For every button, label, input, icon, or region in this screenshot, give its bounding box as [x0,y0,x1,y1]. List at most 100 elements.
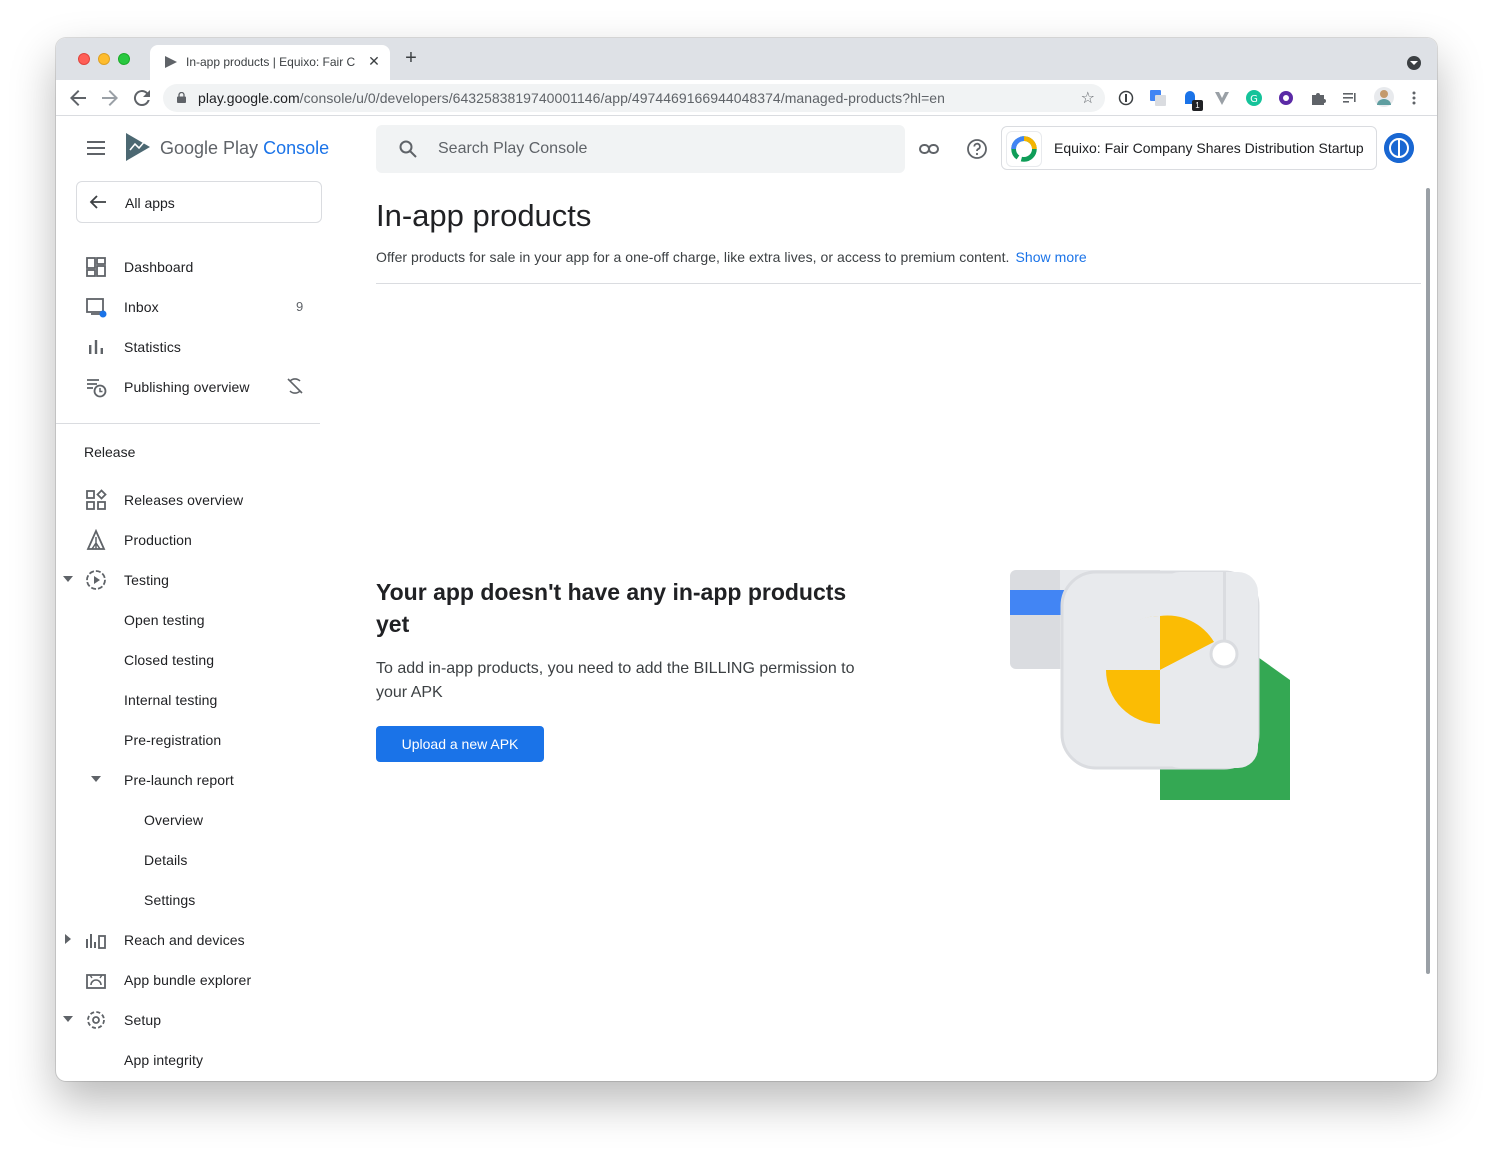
dashboard-icon [86,257,106,277]
sidebar-item-dashboard[interactable]: Dashboard [56,247,336,287]
sidebar-item-label: App integrity [124,1052,204,1068]
gear-icon [87,1011,105,1029]
sidebar-item-overview[interactable]: Overview [56,800,336,840]
all-apps-label: All apps [125,195,175,211]
sidebar-item-label: Production [124,532,192,548]
sidebar-item-testing[interactable]: Testing [56,560,336,600]
media-queue-icon[interactable] [1342,90,1358,106]
svg-text:G: G [1250,94,1258,105]
purple-extension-icon[interactable] [1278,90,1294,106]
show-more-link[interactable]: Show more [1015,249,1086,265]
url-text: play.google.com/console/u/0/developers/6… [198,90,945,106]
tab-close-icon[interactable]: ✕ [366,53,382,69]
sidebar-item-internal-testing[interactable]: Internal testing [56,680,336,720]
sidebar-item-production[interactable]: Production [56,520,336,560]
sidebar-item-app-bundle-explorer[interactable]: App bundle explorer [56,960,336,1000]
sidebar-item-statistics[interactable]: Statistics [56,327,336,367]
vue-extension-icon[interactable] [1214,90,1230,106]
translate-extension-icon[interactable] [1150,90,1166,106]
forward-icon[interactable] [98,86,122,110]
page-scrollbar[interactable] [1426,188,1430,974]
chevron-right-icon[interactable] [65,934,71,944]
sidebar-item-label: Dashboard [124,259,194,275]
header-divider [376,283,1421,284]
sidebar-item-label: Inbox [124,299,159,315]
sidebar-divider [56,423,320,424]
sidebar-section-release: Release [84,444,136,460]
more-icon[interactable] [1406,90,1422,106]
chevron-down-icon[interactable] [63,576,73,582]
close-window-button[interactable] [78,53,90,65]
sidebar-item-pre-launch-report[interactable]: Pre-launch report [56,760,336,800]
maximize-window-button[interactable] [118,53,130,65]
sidebar-item-label: Closed testing [124,652,215,668]
minimize-window-button[interactable] [98,53,110,65]
back-icon[interactable] [66,86,90,110]
upload-apk-button[interactable]: Upload a new APK [376,726,544,762]
account-switcher[interactable]: Equixo: Fair Company Shares Distribution… [1001,126,1377,170]
browser-tab[interactable]: In-app products | Equixo: Fair C ✕ [150,45,390,80]
account-name: Equixo: Fair Company Shares Distribution… [1054,140,1364,156]
profile-avatar[interactable] [1374,87,1394,107]
sidebar-item-label: Reach and devices [124,932,245,948]
sidebar-item-open-testing[interactable]: Open testing [56,600,336,640]
sidebar-item-label: Details [144,852,188,868]
lock-icon [177,92,186,103]
sidebar-item-releases-overview[interactable]: Releases overview [56,480,336,520]
search-icon [399,140,417,158]
sidebar-item-inbox[interactable]: Inbox 9 [56,287,336,327]
sidebar-item-label: Statistics [124,339,182,355]
sidebar-item-app-integrity[interactable]: App integrity [56,1040,336,1080]
sidebar-item-label: Pre-registration [124,732,222,748]
empty-state-title: Your app doesn't have any in-app product… [376,579,847,637]
google-play-console-logo-icon [126,133,150,161]
sidebar-item-publishing-overview[interactable]: Publishing overview [56,367,336,407]
grammarly-extension-icon[interactable]: G [1246,90,1262,106]
google-play-console-brand[interactable]: Google Play Console [160,138,329,159]
search-input[interactable]: Search Play Console [438,140,587,158]
address-bar[interactable]: play.google.com/console/u/0/developers/6… [163,84,1105,112]
extension-badge: 1 [1192,100,1203,111]
arrow-back-icon [89,195,106,209]
testing-icon [86,570,106,590]
sidebar-item-label: Overview [144,812,204,828]
new-tab-button[interactable]: + [401,48,421,68]
sidebar-item-label: Releases overview [124,492,244,508]
search-bar[interactable]: Search Play Console [376,125,905,173]
tab-title: In-app products | Equixo: Fair C [186,55,356,69]
password-extension-icon[interactable] [1118,90,1134,106]
reload-icon[interactable] [130,86,154,110]
menu-icon[interactable] [87,141,105,155]
sync-disabled-icon [287,378,303,394]
link-icon[interactable] [918,138,940,160]
sidebar-item-details[interactable]: Details [56,840,336,880]
developer-avatar[interactable] [1384,133,1414,163]
app-logo-icon [1006,131,1042,167]
tab-strip: In-app products | Equixo: Fair C ✕ + [56,38,1437,80]
inbox-count-badge: 9 [296,299,304,314]
chevron-down-icon[interactable] [63,1016,73,1022]
releases-overview-icon [86,489,107,510]
puzzle-extension-icon[interactable] [1310,90,1326,106]
sidebar-item-setup[interactable]: Setup [56,1000,336,1040]
sidebar-item-reach-and-devices[interactable]: Reach and devices [56,920,336,960]
sidebar-item-closed-testing[interactable]: Closed testing [56,640,336,680]
sidebar-item-pre-registration[interactable]: Pre-registration [56,720,336,760]
sidebar-item-label: Internal testing [124,692,218,708]
chevron-down-icon[interactable] [91,776,101,782]
page-description: Offer products for sale in your app for … [376,249,1087,265]
play-console-favicon-icon [165,56,177,68]
reach-and-devices-icon [86,934,106,949]
all-apps-button[interactable]: All apps [76,181,322,223]
sidebar-item-label: Setup [124,1012,162,1028]
sidebar-item-label: Testing [124,572,170,588]
help-icon[interactable] [966,138,988,160]
star-icon[interactable]: ☆ [1081,88,1095,108]
browser-toolbar: play.google.com/console/u/0/developers/6… [56,80,1437,116]
sidebar-item-settings[interactable]: Settings [56,880,336,920]
sidebar-item-label: Settings [144,892,196,908]
production-icon [86,529,106,550]
inbox-icon [86,298,107,318]
tab-search-icon[interactable] [1407,56,1421,70]
publishing-overview-icon [87,379,107,398]
